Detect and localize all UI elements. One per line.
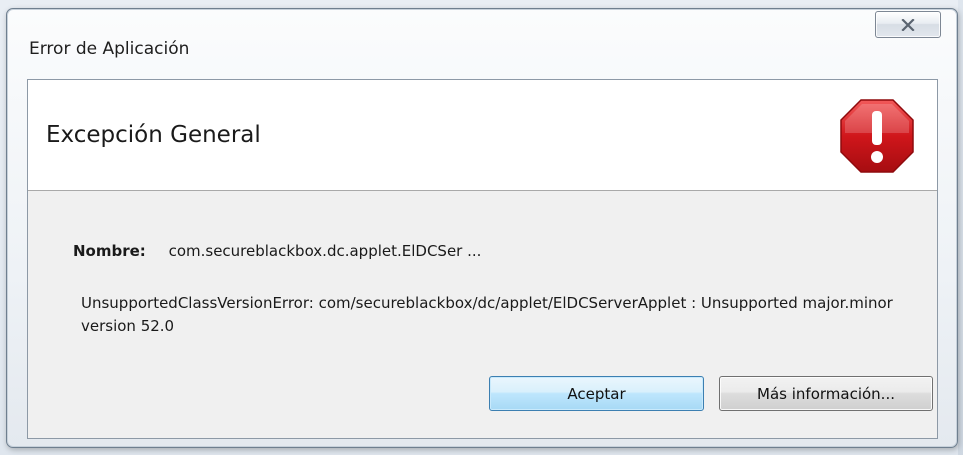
dialog-client-area: Excepción General Nombre: com.secureblac…: [27, 79, 938, 439]
name-label: Nombre:: [73, 242, 146, 260]
accept-button[interactable]: Aceptar: [489, 376, 704, 411]
title-bar[interactable]: Error de Aplicación: [7, 9, 957, 71]
exception-title: Excepción General: [46, 122, 261, 148]
error-stop-icon: [840, 99, 914, 173]
screen: Error de Aplicación Excepción General No…: [0, 0, 963, 455]
background-window-edge: [958, 0, 963, 455]
more-info-button[interactable]: Más información...: [719, 376, 933, 411]
error-dialog-window: Error de Aplicación Excepción General No…: [6, 8, 958, 448]
close-button[interactable]: [875, 11, 941, 38]
error-message: UnsupportedClassVersionError: com/secure…: [81, 294, 893, 335]
name-value: com.secureblackbox.dc.applet.ElDCSer ...: [168, 242, 482, 260]
header-panel: Excepción General: [28, 80, 937, 191]
name-row: Nombre: com.secureblackbox.dc.applet.ElD…: [73, 242, 481, 260]
window-title: Error de Aplicación: [29, 39, 190, 59]
close-x-icon: [901, 18, 915, 31]
